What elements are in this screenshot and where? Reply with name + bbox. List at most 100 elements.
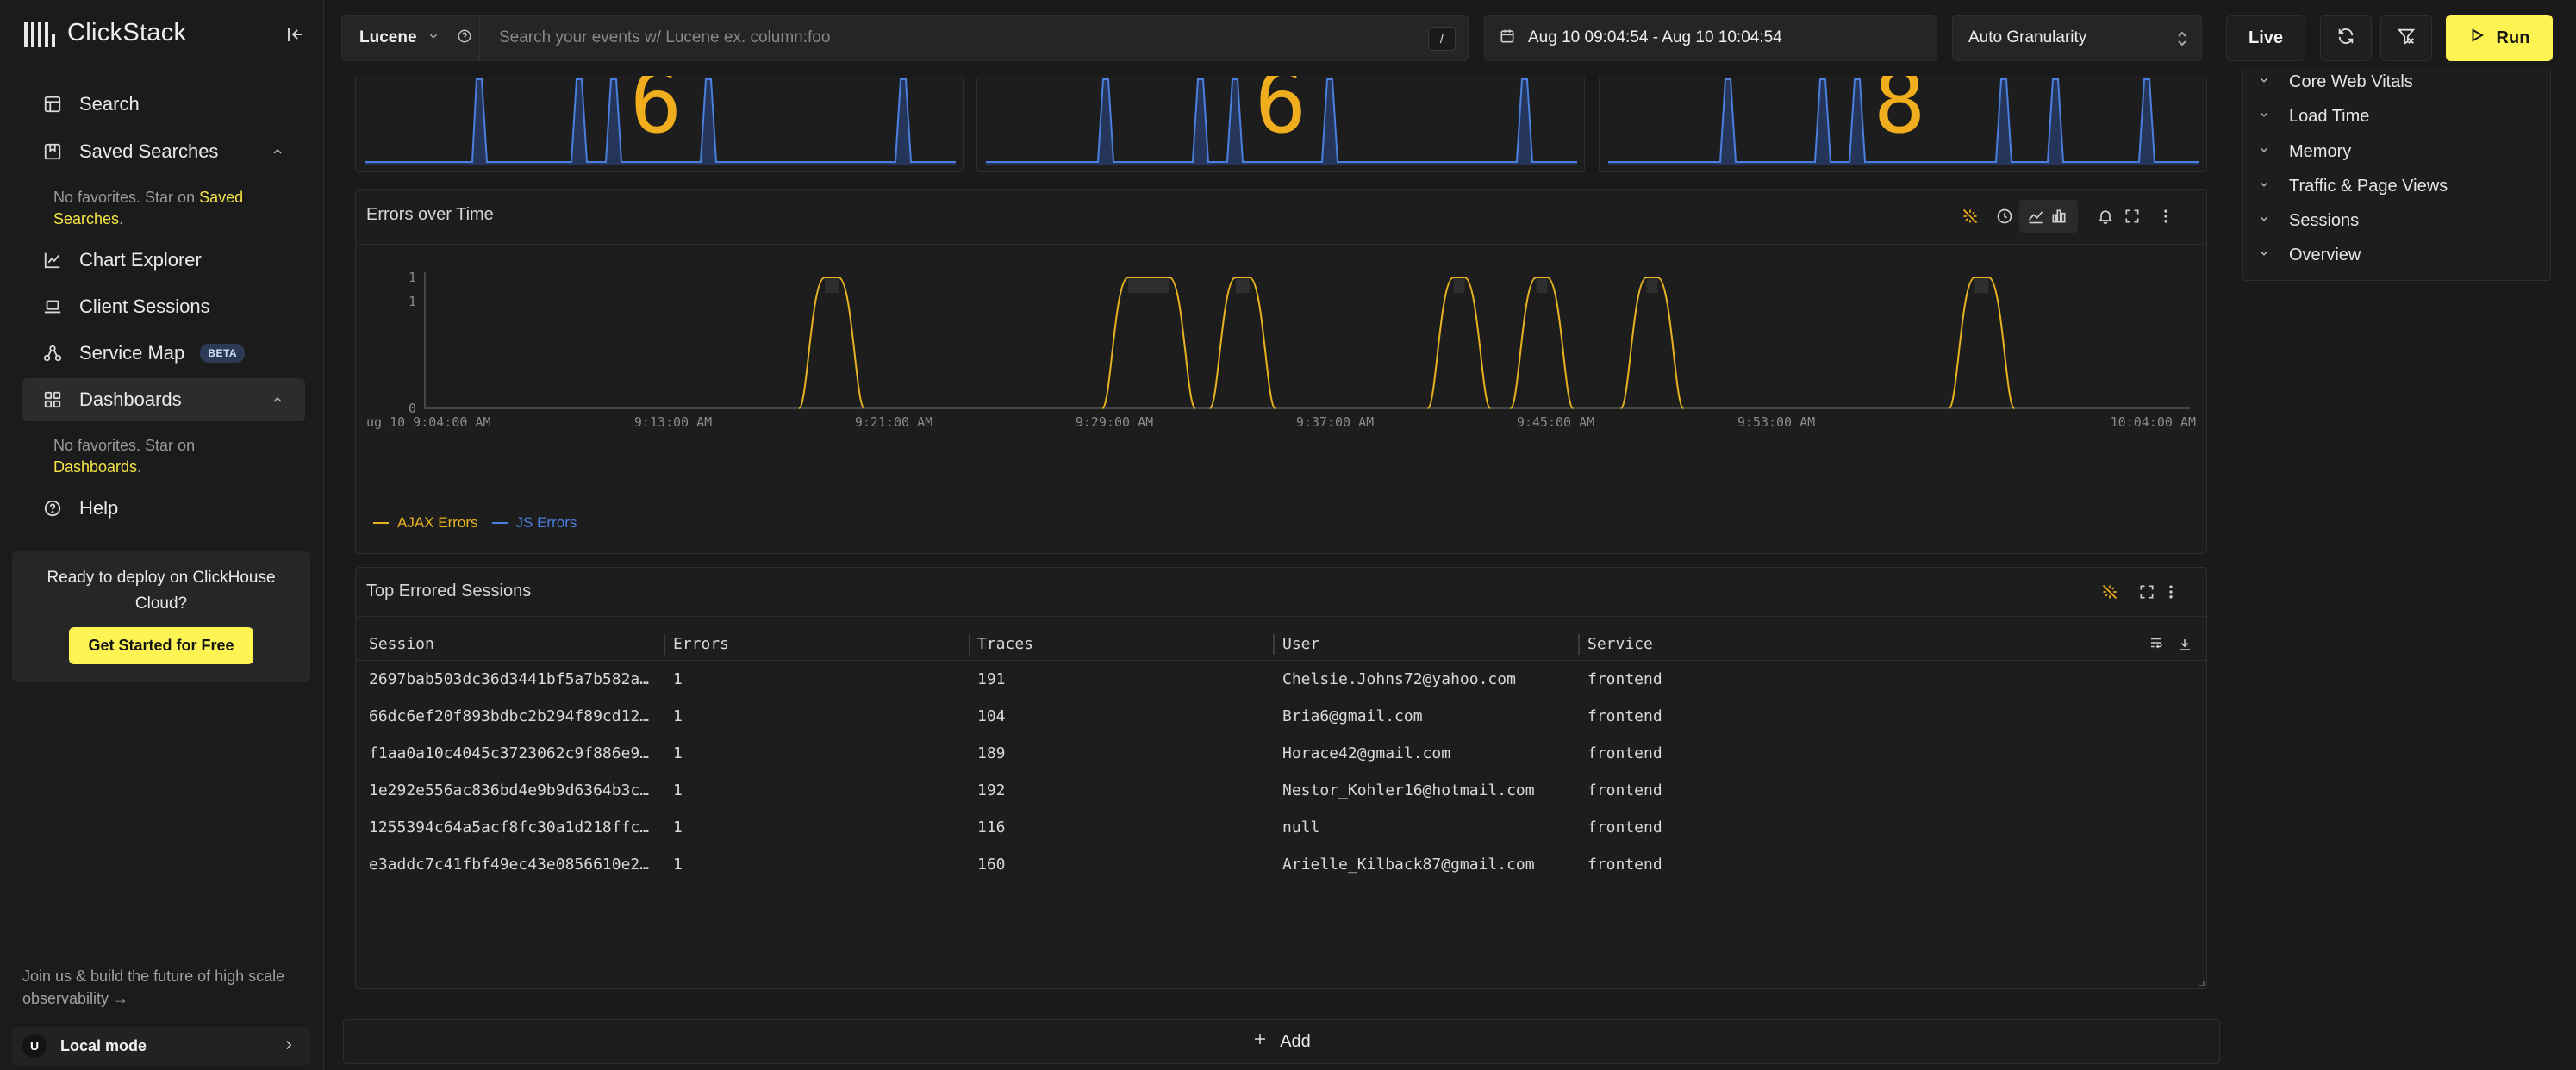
- column-resizer[interactable]: [969, 634, 970, 655]
- local-mode-button[interactable]: U Local mode: [12, 1027, 310, 1065]
- legend-item-js[interactable]: JS Errors: [516, 514, 577, 532]
- column-header-user[interactable]: User: [1282, 635, 1319, 653]
- kpi-value: 6: [1255, 76, 1307, 152]
- language-select[interactable]: Lucene: [342, 16, 480, 60]
- series-peak[interactable]: [1948, 277, 2016, 409]
- sidebar-item-label: Client Sessions: [79, 295, 210, 317]
- cell-user: null: [1282, 818, 1320, 837]
- bell-plus-icon[interactable]: [2095, 206, 2116, 227]
- chevron-down-icon: [2258, 178, 2270, 195]
- chevron-down-icon: [2258, 74, 2270, 90]
- legend-item-ajax[interactable]: AJAX Errors: [397, 514, 478, 532]
- kpi-tile: 8: [1599, 76, 2207, 172]
- dashboards-link[interactable]: Dashboards: [53, 458, 137, 476]
- sparkle-off-icon[interactable]: [1960, 206, 1980, 227]
- expand-icon[interactable]: [2122, 206, 2143, 227]
- cell-traces: 116: [977, 818, 1006, 837]
- granularity-select[interactable]: Auto Granularity: [1952, 15, 2202, 61]
- hover-band: [1536, 277, 1548, 293]
- section-item[interactable]: Core Web Vitals: [2258, 69, 2413, 95]
- chevron-up-icon[interactable]: [271, 393, 284, 411]
- series-peak[interactable]: [798, 277, 865, 409]
- column-header-errors[interactable]: Errors: [673, 635, 729, 653]
- sidebar-item-help[interactable]: Help: [22, 487, 305, 530]
- x-tick-label: 9:21:00 AM: [855, 414, 932, 430]
- column-header-session[interactable]: Session: [369, 635, 434, 653]
- chevron-down-icon: [427, 30, 440, 47]
- add-tile-button[interactable]: Add: [343, 1019, 2220, 1064]
- cell-session: 1e292e556ac836bd4e9b9d6364b3c…: [369, 781, 650, 799]
- series-peak[interactable]: [1208, 277, 1276, 409]
- refresh-icon: [2336, 27, 2355, 50]
- resize-corner-icon[interactable]: [2199, 981, 2205, 986]
- chart-title: Errors over Time: [366, 205, 494, 224]
- wrap-text-icon[interactable]: [2146, 632, 2167, 653]
- collapse-sidebar-icon[interactable]: [284, 24, 307, 47]
- sparkle-off-icon[interactable]: [2099, 582, 2120, 602]
- sidebar-item-label: Dashboards: [79, 389, 182, 410]
- run-button[interactable]: Run: [2446, 15, 2553, 61]
- y-tick-label: 1: [409, 270, 416, 285]
- series-peak[interactable]: [1509, 277, 1575, 409]
- column-resizer[interactable]: [1273, 634, 1275, 655]
- app-logo[interactable]: ClickStack: [24, 19, 186, 47]
- hover-band: [1974, 277, 1989, 293]
- join-link[interactable]: Join us & build the future of high scale…: [22, 965, 315, 1010]
- chevron-up-icon[interactable]: [271, 145, 284, 163]
- sidebar-item-client-sessions[interactable]: Client Sessions: [22, 285, 305, 328]
- calendar-icon: [1499, 28, 1516, 49]
- column-resizer[interactable]: [1578, 634, 1580, 655]
- series-peak[interactable]: [1426, 277, 1492, 409]
- hover-band: [1453, 277, 1465, 293]
- app-name: ClickStack: [67, 19, 187, 47]
- section-item[interactable]: Memory: [2258, 139, 2351, 165]
- y-tick-label: 1: [409, 294, 416, 309]
- line-chart-icon[interactable]: [2025, 206, 2046, 227]
- cell-errors: 1: [673, 855, 683, 874]
- section-item[interactable]: Traffic & Page Views: [2258, 173, 2448, 199]
- series-peak[interactable]: [1619, 277, 1685, 409]
- sidebar-item-saved-searches[interactable]: Saved Searches: [22, 130, 305, 173]
- more-vertical-icon[interactable]: [2155, 206, 2176, 227]
- help-circle-icon[interactable]: [457, 28, 472, 48]
- cell-service: frontend: [1587, 818, 1662, 837]
- clock-icon[interactable]: [1994, 206, 2015, 227]
- section-item[interactable]: Overview: [2258, 242, 2361, 268]
- search-input[interactable]: Search your events w/ Lucene ex. column:…: [480, 16, 1468, 60]
- cell-errors: 1: [673, 744, 683, 762]
- cell-user: Bria6@gmail.com: [1282, 707, 1423, 725]
- cell-user: Nestor_Kohler16@hotmail.com: [1282, 781, 1535, 799]
- hover-band: [1128, 277, 1169, 293]
- series-peak[interactable]: [1101, 277, 1196, 409]
- column-header-traces[interactable]: Traces: [977, 635, 1033, 653]
- saved-searches-empty-note: No favorites. Star on Saved Searches.: [53, 189, 244, 227]
- bar-chart-icon[interactable]: [2049, 206, 2069, 227]
- download-icon[interactable]: [2174, 634, 2195, 655]
- cell-service: frontend: [1587, 707, 1662, 725]
- search-bar: Lucene Search your events w/ Lucene ex. …: [341, 15, 1469, 61]
- clickstack-logo-icon: [24, 21, 55, 47]
- sidebar-item-dashboards[interactable]: Dashboards: [22, 378, 305, 421]
- sidebar-item-service-map[interactable]: Service Map BETA: [22, 332, 305, 375]
- refresh-button[interactable]: [2320, 15, 2372, 61]
- section-item[interactable]: Load Time: [2258, 103, 2369, 129]
- errors-chart-panel: Errors over Time 0 1 1 ug 10 9:04:00 AM 9:13…: [355, 189, 2207, 554]
- cell-service: frontend: [1587, 670, 1662, 688]
- section-item[interactable]: Sessions: [2258, 208, 2359, 233]
- filter-off-button[interactable]: [2380, 15, 2432, 61]
- section-label: Sessions: [2289, 210, 2360, 230]
- column-header-service[interactable]: Service: [1587, 635, 1653, 653]
- bookmark-icon: [43, 142, 62, 161]
- get-started-button[interactable]: Get Started for Free: [69, 627, 253, 664]
- sidebar-item-chart-explorer[interactable]: Chart Explorer: [22, 239, 305, 282]
- kpi-tile: 6: [976, 76, 1585, 172]
- cell-user: Chelsie.Johns72@yahoo.com: [1282, 670, 1516, 688]
- cell-session: 2697bab503dc36d3441bf5a7b582a…: [369, 670, 650, 688]
- column-resizer[interactable]: [664, 634, 665, 655]
- date-range-picker[interactable]: Aug 10 09:04:54 - Aug 10 10:04:54: [1484, 15, 1937, 61]
- table-title: Top Errored Sessions: [366, 582, 532, 600]
- live-button[interactable]: Live: [2226, 15, 2305, 61]
- expand-icon[interactable]: [2136, 582, 2157, 602]
- sidebar-item-search[interactable]: Search: [22, 83, 305, 126]
- more-vertical-icon[interactable]: [2161, 582, 2181, 602]
